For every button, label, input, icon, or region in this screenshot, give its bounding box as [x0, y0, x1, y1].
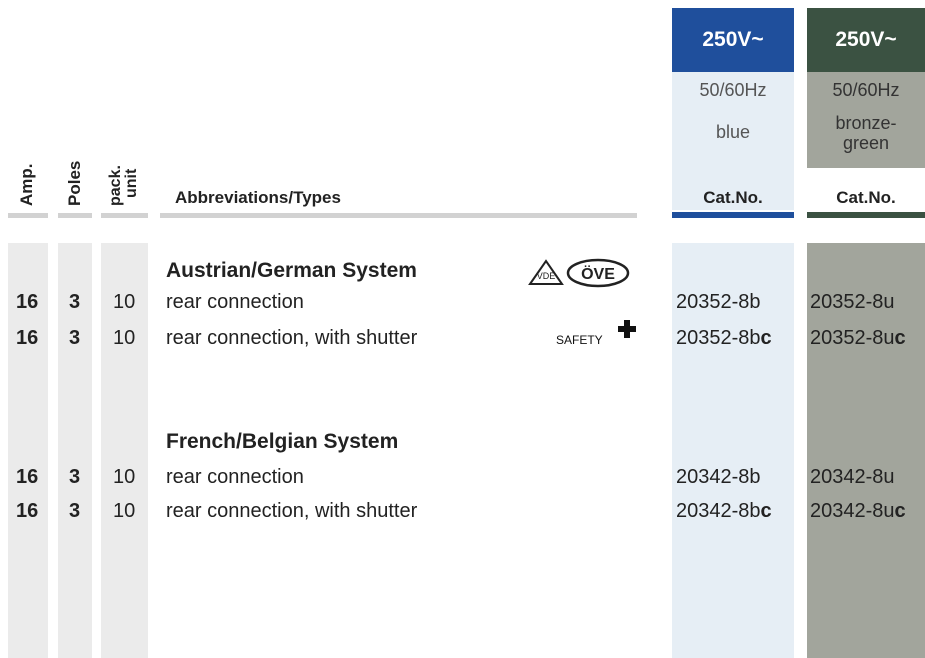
- pack-value: 10: [113, 291, 136, 313]
- amp-value: 16: [16, 291, 39, 313]
- ove-mark-text: ÖVE: [581, 264, 615, 283]
- amp-value: 16: [16, 500, 39, 522]
- description: rear connection, with shutter: [166, 500, 418, 522]
- blue-cat-no-header: Cat.No.: [703, 188, 763, 207]
- cat-no-green: 20352-8u: [810, 291, 895, 313]
- cat-no-blue: 20342-8b: [676, 466, 761, 488]
- ove-mark-icon: ÖVE: [566, 258, 630, 288]
- blue-color-name: blue: [715, 122, 751, 142]
- pack-header-line1: pack.: [107, 165, 124, 206]
- cat-no-green: 20342-8u: [810, 466, 895, 488]
- amp-header: Amp.: [17, 163, 36, 207]
- description: rear connection: [166, 466, 304, 488]
- green-color-name-line2: green: [842, 133, 890, 153]
- green-color-name-line1: bronze-: [835, 113, 897, 133]
- vde-mark-icon: VDE: [528, 258, 564, 288]
- safety-mark-text: SAFETY: [556, 333, 603, 347]
- amp-value: 16: [16, 466, 39, 488]
- cat-no-blue: 20342-8bc: [676, 500, 772, 522]
- header-rule-amp: [8, 213, 48, 218]
- pack-value: 10: [113, 500, 136, 522]
- pack-value: 10: [113, 466, 136, 488]
- pack-value: 10: [113, 327, 136, 349]
- poles-value: 3: [69, 466, 81, 488]
- safety-mark-icon: SAFETY: [556, 318, 638, 348]
- section-title-austrian-german: Austrian/German System: [166, 259, 417, 282]
- section-title-french-belgian: French/Belgian System: [166, 430, 399, 453]
- blue-frequency: 50/60Hz: [699, 80, 767, 100]
- poles-value: 3: [69, 327, 81, 349]
- cat-no-green: 20342-8uc: [810, 500, 906, 522]
- cat-no-green: 20352-8uc: [810, 327, 906, 349]
- poles-value: 3: [69, 500, 81, 522]
- pack-header-line2: unit: [123, 168, 140, 198]
- header-rule-abbrev: [160, 213, 637, 218]
- description: rear connection: [166, 291, 304, 313]
- green-voltage: 250V~: [835, 28, 897, 51]
- cat-no-blue: 20352-8bc: [676, 327, 772, 349]
- abbreviations-header: Abbreviations/Types: [175, 188, 341, 207]
- poles-value: 3: [69, 291, 81, 313]
- poles-header: Poles: [65, 160, 84, 206]
- blue-header-accent: [672, 212, 794, 218]
- header-rule-poles: [58, 213, 92, 218]
- header-rule-pack: [101, 213, 148, 218]
- green-header-accent: [807, 212, 925, 218]
- cat-no-blue: 20352-8b: [676, 291, 761, 313]
- vde-mark-text: VDE: [537, 271, 556, 281]
- amp-value: 16: [16, 327, 39, 349]
- description: rear connection, with shutter: [166, 327, 418, 349]
- green-frequency: 50/60Hz: [832, 80, 900, 100]
- blue-voltage: 250V~: [702, 28, 764, 51]
- green-cat-no-header: Cat.No.: [836, 188, 896, 207]
